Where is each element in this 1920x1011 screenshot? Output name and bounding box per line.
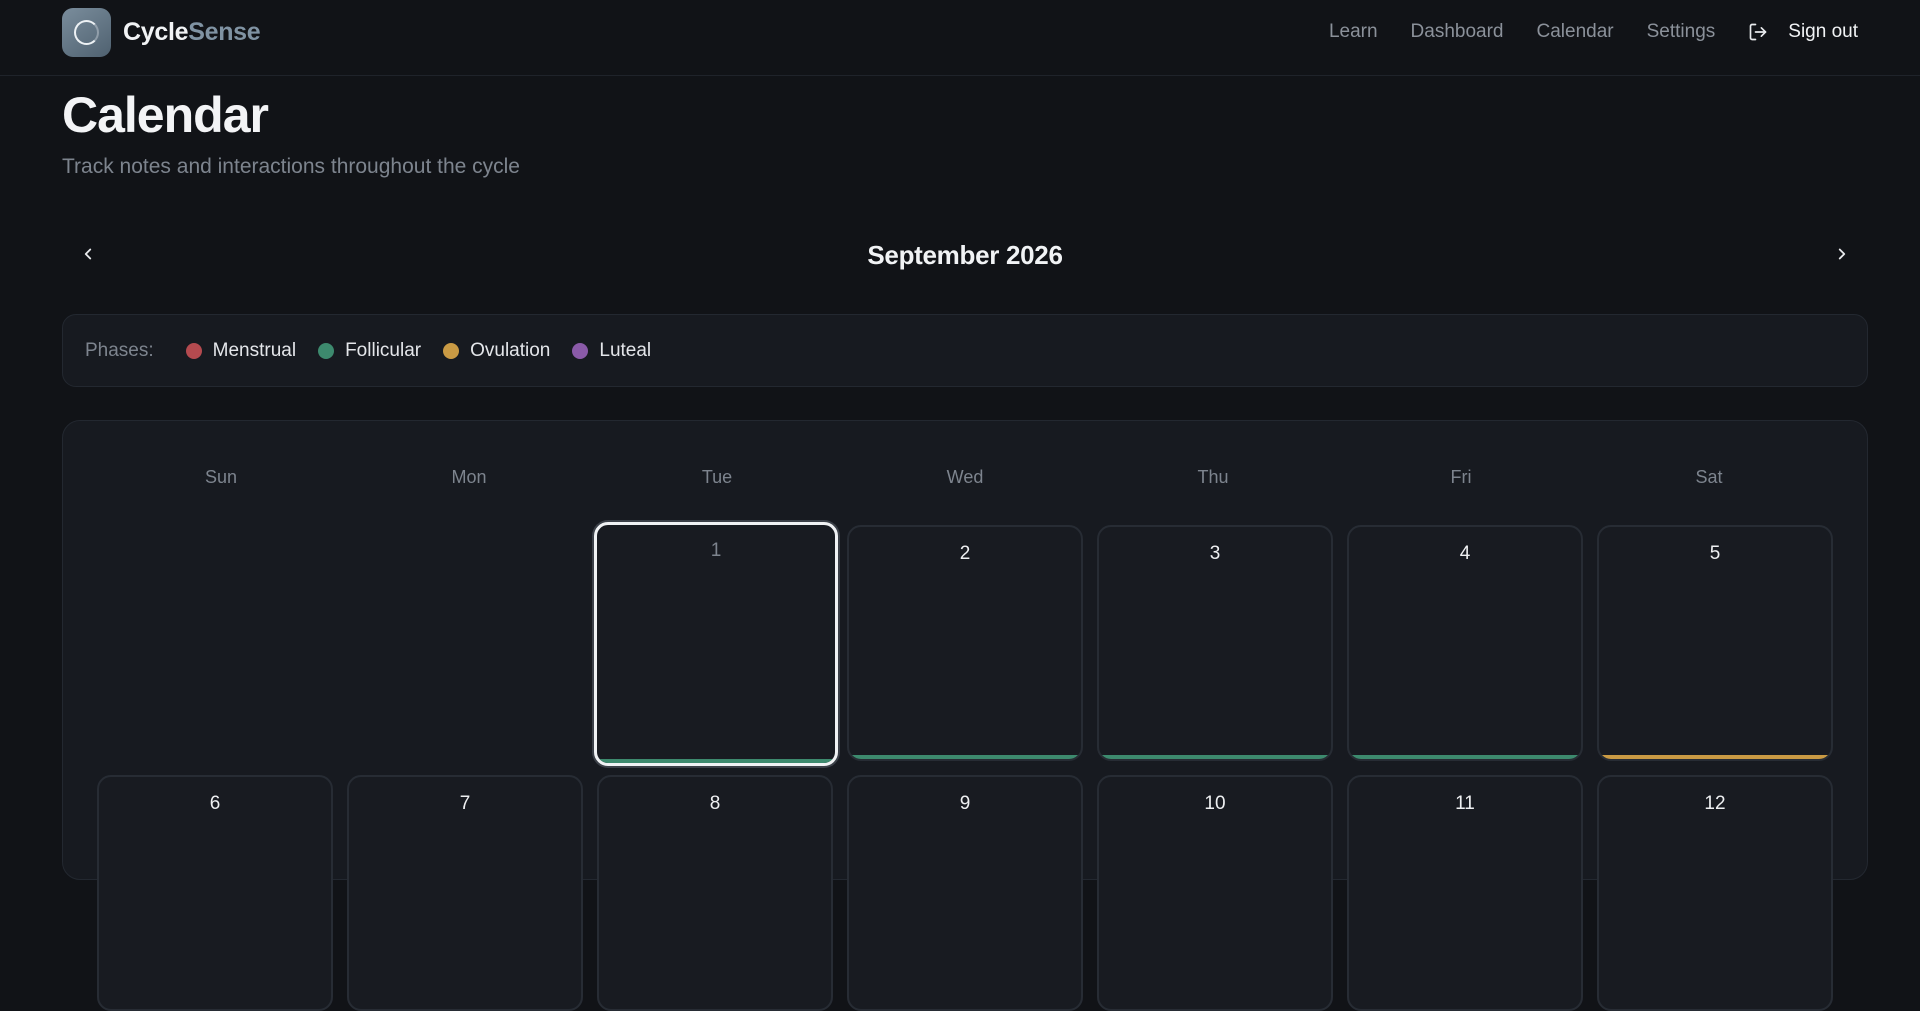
day-number: 4 [1459, 543, 1471, 564]
weekday-header-sun: Sun [204, 467, 238, 487]
calendar-day-6[interactable]: 6 [97, 775, 333, 1011]
page-subtitle: Track notes and interactions throughout … [62, 155, 520, 178]
legend-item-menstrual: Menstrual [185, 339, 297, 362]
nav-link-calendar[interactable]: Calendar [1537, 21, 1614, 43]
weekday-header-sat: Sat [1695, 467, 1723, 487]
calendar-day-9[interactable]: 9 [847, 775, 1083, 1011]
day-number: 10 [1204, 793, 1226, 814]
page-title: Calendar [62, 87, 269, 143]
day-number: 12 [1704, 793, 1726, 814]
legend-label: Menstrual [212, 339, 297, 361]
day-number: 6 [209, 793, 221, 814]
phase-indicator [1599, 755, 1831, 759]
current-month-label: September 2026 [867, 240, 1063, 270]
calendar-day-5[interactable]: 5 [1597, 525, 1833, 761]
calendar-day-8[interactable]: 8 [597, 775, 833, 1011]
logo-icon [62, 8, 111, 57]
day-number: 8 [709, 793, 721, 814]
phase-indicator [1349, 755, 1581, 759]
phase-indicator [1099, 755, 1331, 759]
phase-legend: Phases: Menstrual Follicular Ovulation L… [62, 314, 1868, 387]
day-number: 7 [459, 793, 471, 814]
day-number: 2 [959, 543, 971, 564]
legend-label: Ovulation [470, 339, 551, 361]
top-nav-bar: CycleSense Learn Dashboard Calendar Sett… [0, 0, 1920, 76]
menstrual-dot-icon [185, 342, 202, 359]
nav-link-dashboard[interactable]: Dashboard [1411, 21, 1504, 43]
day-number: 3 [1209, 543, 1221, 564]
calendar-day-4[interactable]: 4 [1347, 525, 1583, 761]
nav-link-learn[interactable]: Learn [1329, 21, 1378, 43]
calendar-day-2[interactable]: 2 [847, 525, 1083, 761]
weekday-header-mon: Mon [451, 467, 487, 487]
luteal-dot-icon [572, 342, 589, 359]
weekday-header-wed: Wed [946, 467, 984, 487]
brand-name-secondary: Sense [188, 18, 261, 46]
calendar-day-11[interactable]: 11 [1347, 775, 1583, 1011]
calendar-day-10[interactable]: 10 [1097, 775, 1333, 1011]
calendar-day-1[interactable]: 1 [594, 522, 838, 766]
next-month-button[interactable] [1824, 236, 1860, 272]
calendar-day-7[interactable]: 7 [347, 775, 583, 1011]
legend-label: Follicular [345, 339, 422, 361]
calendar-grid: Sun Mon Tue Wed Thu Fri Sat 1 2 3 4 5 6 … [62, 420, 1868, 1011]
calendar-day-3[interactable]: 3 [1097, 525, 1333, 761]
main-nav: Learn Dashboard Calendar Settings Sign o… [1296, 0, 1858, 64]
legend-item-luteal: Luteal [572, 340, 651, 362]
month-navigation: September 2026 [62, 230, 1868, 280]
follicular-dot-icon [318, 342, 335, 359]
calendar-day-12[interactable]: 12 [1597, 775, 1833, 1011]
legend-label: Luteal [599, 339, 652, 361]
legend-item-follicular: Follicular [318, 340, 421, 362]
brand-logo-link[interactable]: CycleSense [62, 8, 261, 57]
day-number: 5 [1709, 543, 1721, 564]
brand-name-primary: Cycle [123, 18, 189, 46]
day-number: 1 [710, 540, 722, 561]
weekday-header-thu: Thu [1197, 467, 1229, 487]
sign-out-label: Sign out [1788, 21, 1858, 42]
phase-indicator [597, 759, 835, 763]
day-number: 11 [1455, 793, 1475, 814]
sign-out-icon [1749, 23, 1767, 41]
weekday-header-fri: Fri [1450, 467, 1472, 487]
legend-item-ovulation: Ovulation [443, 340, 550, 362]
sign-out-button[interactable]: Sign out [1748, 21, 1858, 43]
weekday-header-tue: Tue [701, 467, 733, 487]
nav-link-settings[interactable]: Settings [1647, 21, 1716, 43]
legend-title: Phases: [85, 339, 154, 361]
day-number: 9 [959, 793, 971, 814]
phase-indicator [849, 755, 1081, 759]
ovulation-dot-icon [443, 342, 460, 359]
brand-name: CycleSense [123, 18, 261, 47]
chevron-right-icon [1838, 248, 1846, 260]
